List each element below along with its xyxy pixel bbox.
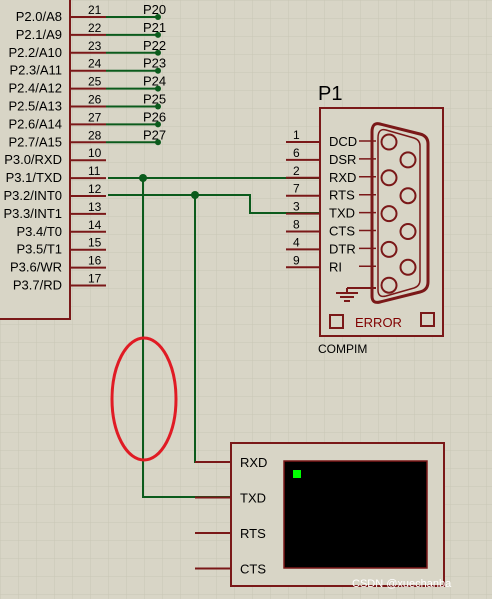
mcu-pin-number: 21 <box>88 3 102 17</box>
mcu-pin-number: 14 <box>88 218 102 232</box>
db9-hole <box>399 258 417 276</box>
mcu-pin-number: 16 <box>88 254 102 268</box>
mcu-pin-label: P3.1/TXD <box>6 170 62 185</box>
db9-hole <box>380 205 398 223</box>
schematic-canvas: P2.0/A8 21 P2.1/A9 22 P2.2/A10 23 P2.3/A11 24 P2… <box>0 0 492 599</box>
mcu-pin-label: P3.0/RXD <box>4 152 62 167</box>
compim-name: COMPIM <box>318 342 367 356</box>
compim-pin-label: RI <box>329 259 342 274</box>
compim-pin-number: 2 <box>293 164 300 178</box>
db9-hole <box>380 240 398 258</box>
mcu-pin-label: P2.7/A15 <box>9 134 63 149</box>
db9-hole <box>399 187 417 205</box>
junction-txd <box>191 191 199 199</box>
db9-hole <box>380 276 398 294</box>
terminal-pin-label: RTS <box>240 526 266 541</box>
db9-hole <box>380 133 398 151</box>
net-label: P21 <box>143 20 166 35</box>
compim-pin-number: 7 <box>293 182 300 196</box>
mcu-pin-label: P2.6/A14 <box>9 116 63 131</box>
compim-pin-number: 3 <box>293 200 300 214</box>
mcu-pin-label: P2.1/A9 <box>16 27 62 42</box>
mcu-pin-label: P3.2/INT0 <box>3 188 62 203</box>
compim-pin-label: DCD <box>329 134 357 149</box>
mcu-chip[interactable]: P2.0/A8 21 P2.1/A9 22 P2.2/A10 23 P2.3/A11 24 P2… <box>0 0 106 320</box>
mcu-pin-number: 25 <box>88 75 102 89</box>
net-label: P22 <box>143 38 166 53</box>
compim-pin-label: DSR <box>329 152 356 167</box>
mcu-pin-number: 17 <box>88 272 102 286</box>
compim-pin-label: CTS <box>329 224 355 239</box>
mcu-pin-label: P3.5/T1 <box>16 242 62 257</box>
mcu-pin-number: 26 <box>88 93 102 107</box>
junction-rxd <box>139 174 147 182</box>
mcu-pin-number: 12 <box>88 182 102 196</box>
net-label: P20 <box>143 2 166 17</box>
terminal-pin-label: CTS <box>240 562 266 577</box>
net-label: P27 <box>143 127 166 142</box>
compim-pin-number: 9 <box>293 253 300 267</box>
terminal-pin-label: RXD <box>240 455 267 470</box>
terminal-cursor <box>293 470 301 478</box>
mcu-pin-label: P3.7/RD <box>13 278 62 293</box>
mcu-pin-number: 10 <box>88 146 102 160</box>
net-label: P25 <box>143 92 166 107</box>
compim-pin-number: 8 <box>293 218 300 232</box>
mcu-pin-number: 24 <box>88 57 102 71</box>
net-label: P23 <box>143 56 166 71</box>
compim-pin-number: 4 <box>293 235 300 249</box>
terminal-screen <box>283 460 428 569</box>
mcu-pin-number: 15 <box>88 236 102 250</box>
mcu-pin-number: 28 <box>88 128 102 142</box>
terminal-pin-label: TXD <box>240 491 266 506</box>
mcu-pin-label: P3.4/T0 <box>16 224 62 239</box>
db9-hole <box>399 151 417 169</box>
mcu-pin-label: P2.3/A11 <box>9 63 62 78</box>
mcu-pin-number: 23 <box>88 39 102 53</box>
compim-pin-label: RTS <box>329 188 355 203</box>
watermark: CSDN @xuechanba <box>352 578 452 590</box>
net-label: P24 <box>143 74 166 89</box>
error-label: ERROR <box>355 315 402 330</box>
db9-hole <box>380 169 398 187</box>
mcu-pin-number: 13 <box>88 200 102 214</box>
mcu-pin-label: P3.3/INT1 <box>3 206 62 221</box>
mcu-pin-number: 27 <box>88 110 102 124</box>
compim-ref: P1 <box>318 83 342 105</box>
schematic: P2.0/A8 21P2.1/A9 22P2.2/A10 23P2.3/A11 24P2… <box>0 0 492 599</box>
mcu-pins: P2.0/A8 21 P2.1/A9 22 P2.2/A10 23 P2.3/A11 24 P2… <box>3 3 106 293</box>
mcu-pin-number: 11 <box>88 164 101 178</box>
net-label: P26 <box>143 109 166 124</box>
mcu-pin-label: P2.2/A10 <box>9 45 63 60</box>
mcu-pin-label: P2.4/A12 <box>9 81 63 96</box>
mcu-pin-label: P3.6/WR <box>10 260 62 275</box>
compim-pin-number: 6 <box>293 146 300 160</box>
mcu-pin-label: P2.5/A13 <box>9 99 63 114</box>
compim-pin-label: DTR <box>329 241 356 256</box>
mcu-pin-label: P2.0/A8 <box>16 9 62 24</box>
compim-pin-label: TXD <box>329 206 355 221</box>
compim-pin-number: 1 <box>293 128 300 142</box>
compim-pin-label: RXD <box>329 170 356 185</box>
db9-hole <box>399 223 417 240</box>
virtual-terminal[interactable]: RXD TXD RTS CTS <box>195 442 445 587</box>
mcu-pin-number: 22 <box>88 21 102 35</box>
